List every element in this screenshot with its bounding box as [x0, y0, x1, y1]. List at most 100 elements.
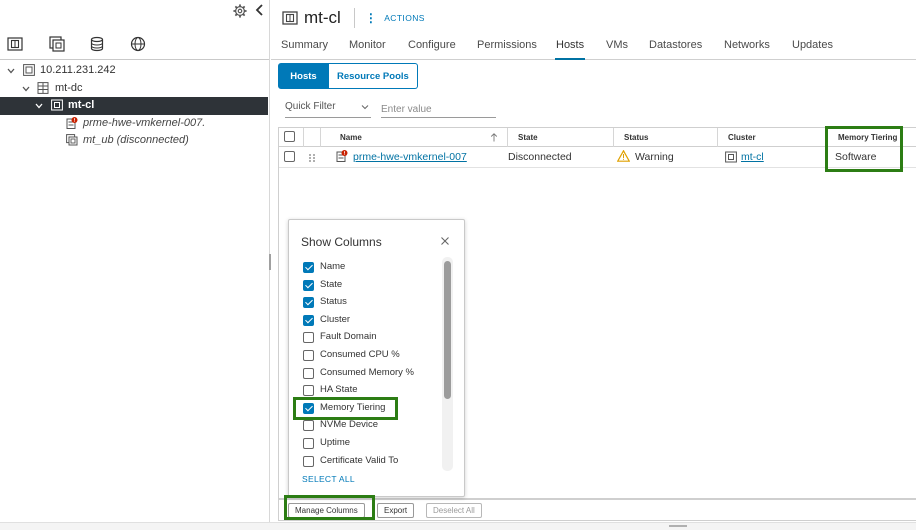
popup-scrollbar[interactable]: [442, 257, 453, 471]
table-row[interactable]: prme-hwe-vmkernel-007 Disconnected Warni…: [279, 147, 916, 168]
column-option-label: NVMe Device: [320, 419, 379, 431]
panel-resize-grip[interactable]: [669, 525, 687, 527]
cluster-link[interactable]: mt-cl: [741, 147, 764, 168]
tree-item-vm[interactable]: mt_ub (disconnected): [0, 132, 269, 150]
column-option[interactable]: Cluster: [303, 312, 443, 330]
tree-item-label: prme-hwe-vmkernel-007.: [83, 116, 206, 129]
checkbox-checked[interactable]: [303, 297, 314, 309]
column-option[interactable]: Name: [303, 259, 443, 277]
host-name-link[interactable]: prme-hwe-vmkernel-007: [353, 147, 467, 168]
grid-footer: Manage Columns Export Deselect All: [278, 499, 916, 521]
checkbox-checked[interactable]: [303, 262, 314, 273]
column-option[interactable]: HA State: [303, 382, 443, 400]
host-status: Warning: [635, 151, 674, 163]
actions-menu-button[interactable]: ⋮ ACTIONS: [365, 12, 425, 24]
checkbox-unchecked[interactable]: [303, 332, 314, 344]
chevron-left-icon[interactable]: [254, 3, 266, 17]
column-header-status[interactable]: Status: [613, 128, 717, 147]
checkbox-unchecked[interactable]: [303, 455, 314, 467]
cluster-icon: [282, 11, 298, 25]
gear-icon[interactable]: [233, 4, 247, 18]
cluster-icon: [725, 151, 737, 163]
actions-label: ACTIONS: [384, 13, 425, 23]
tab-monitor[interactable]: Monitor: [349, 39, 386, 59]
cluster-icon: [51, 99, 63, 111]
checkbox-unchecked[interactable]: [303, 350, 314, 361]
tree-item-cluster[interactable]: mt-cl: [0, 97, 268, 115]
column-header-name[interactable]: Name: [320, 128, 508, 147]
warning-icon: [617, 150, 630, 162]
column-option[interactable]: Consumed Memory %: [303, 365, 443, 383]
drag-handle-icon[interactable]: [308, 153, 316, 163]
select-all-link[interactable]: SELECT ALL: [302, 474, 355, 484]
tab-updates[interactable]: Updates: [792, 39, 833, 59]
column-option[interactable]: Uptime: [303, 435, 443, 453]
row-select-checkbox[interactable]: [284, 151, 295, 162]
column-header-state[interactable]: State: [507, 128, 613, 147]
column-option-label: Fault Domain: [320, 331, 377, 343]
tree-item-datacenter[interactable]: mt-dc: [0, 80, 269, 98]
tree-item-label: mt-cl: [68, 99, 95, 111]
networking-view-icon[interactable]: [130, 36, 146, 52]
column-option[interactable]: State: [303, 277, 443, 295]
column-option[interactable]: Memory Tiering: [303, 400, 443, 418]
sort-ascending-icon[interactable]: [490, 133, 498, 142]
column-header-memory-tiering[interactable]: Memory Tiering: [827, 128, 916, 147]
tab-summary[interactable]: Summary: [281, 39, 328, 59]
checkbox-checked[interactable]: [303, 314, 314, 326]
tab-hosts[interactable]: Hosts: [554, 39, 586, 60]
resource-pools-subtab-button[interactable]: Resource Pools: [329, 63, 418, 89]
tree-item-label: 10.211.231.242: [40, 64, 116, 76]
column-option-label: Certificate Valid To: [320, 454, 399, 466]
tree-item-label: mt-dc: [55, 81, 83, 94]
tree-item-vcenter[interactable]: 10.211.231.242: [0, 62, 269, 80]
column-option[interactable]: Fault Domain: [303, 329, 443, 347]
popup-title: Show Columns: [301, 235, 382, 249]
checkbox-checked[interactable]: [303, 402, 314, 414]
column-option[interactable]: Status: [303, 294, 443, 312]
checkbox-unchecked[interactable]: [303, 367, 314, 379]
chevron-down-icon[interactable]: [7, 67, 15, 75]
tab-datastores[interactable]: Datastores: [649, 39, 702, 59]
column-option-label: Status: [320, 296, 347, 308]
filter-value-input[interactable]: [381, 101, 496, 118]
show-columns-popup: Show Columns Name State Status Cluster Fault…: [288, 219, 465, 497]
column-option[interactable]: Consumed CPU %: [303, 347, 443, 365]
checkbox-unchecked[interactable]: [303, 438, 314, 449]
deselect-all-button[interactable]: Deselect All: [426, 503, 482, 518]
object-header: mt-cl ⋮ ACTIONS: [282, 7, 425, 29]
checkbox-unchecked[interactable]: [303, 385, 314, 397]
column-option-label: Uptime: [320, 437, 351, 448]
column-option[interactable]: Certificate Valid To: [303, 453, 443, 471]
tab-configure[interactable]: Configure: [408, 39, 456, 59]
column-option-label: Consumed Memory %: [320, 366, 414, 378]
navigator-view-tabs: [0, 22, 269, 60]
vms-templates-view-icon[interactable]: [49, 36, 65, 52]
navigator-toolbar: [0, 0, 269, 22]
column-option[interactable]: NVMe Device: [303, 417, 443, 435]
column-header-cluster[interactable]: Cluster: [717, 128, 827, 147]
column-option-label: Consumed CPU %: [320, 349, 400, 360]
column-option-label: Name: [320, 261, 346, 272]
manage-columns-button[interactable]: Manage Columns: [288, 503, 365, 518]
datacenter-icon: [37, 81, 49, 94]
tab-networks[interactable]: Networks: [724, 39, 770, 59]
select-all-checkbox[interactable]: [284, 131, 295, 142]
close-icon[interactable]: [440, 236, 450, 246]
tree-item-host[interactable]: prme-hwe-vmkernel-007.: [0, 115, 269, 133]
chevron-down-icon[interactable]: [22, 85, 30, 93]
object-tabs: Summary Monitor Configure Permissions Ho…: [271, 36, 916, 60]
export-button[interactable]: Export: [377, 503, 415, 518]
checkbox-checked[interactable]: [303, 279, 314, 291]
kebab-icon: ⋮: [364, 11, 378, 25]
quick-filter-select[interactable]: Quick Filter: [285, 101, 371, 118]
hosts-subtab-button[interactable]: Hosts: [278, 63, 329, 89]
checkbox-unchecked[interactable]: [303, 420, 314, 432]
tab-vms[interactable]: VMs: [606, 39, 628, 59]
column-header-label: Name: [340, 133, 362, 142]
hosts-clusters-view-icon[interactable]: [7, 36, 23, 52]
tab-permissions[interactable]: Permissions: [477, 39, 537, 59]
storage-view-icon[interactable]: [89, 36, 105, 52]
scrollbar-thumb[interactable]: [444, 261, 451, 399]
chevron-down-icon[interactable]: [35, 102, 43, 110]
